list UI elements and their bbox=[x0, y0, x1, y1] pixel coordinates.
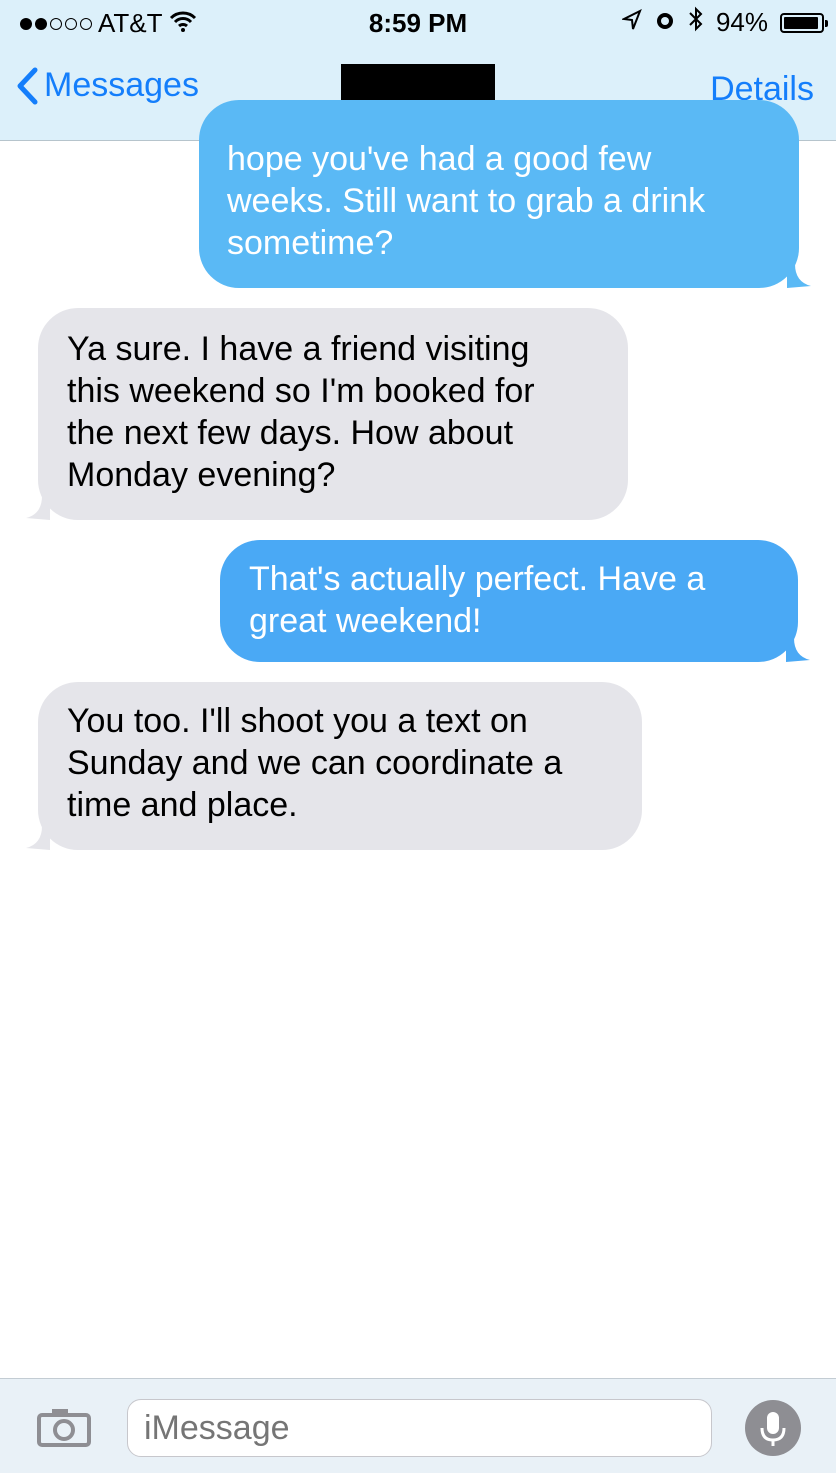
sent-message[interactable]: hope you've had a good few weeks. Still … bbox=[199, 100, 811, 288]
back-button[interactable]: Messages bbox=[16, 66, 199, 105]
message-input[interactable] bbox=[127, 1399, 712, 1457]
compose-bar bbox=[0, 1378, 836, 1473]
battery-percent: 94% bbox=[715, 7, 768, 37]
bubble-tail bbox=[786, 638, 810, 662]
bubble-tail bbox=[26, 826, 50, 850]
received-message[interactable]: You too. I'll shoot you a text on Sunday… bbox=[26, 682, 642, 850]
message-text: You too. I'll shoot you a text on Sunday… bbox=[67, 702, 563, 824]
battery-icon bbox=[780, 12, 828, 33]
back-label: Messages bbox=[44, 66, 199, 104]
status-bar: AT&T 8:59 PM 94% bbox=[0, 0, 836, 44]
message-text: Ya sure. I have a friend visiting this w… bbox=[67, 330, 535, 494]
received-message[interactable]: Ya sure. I have a friend visiting this w… bbox=[26, 308, 628, 520]
camera-button[interactable] bbox=[36, 1407, 92, 1452]
microphone-icon bbox=[760, 1412, 786, 1446]
alarm-icon bbox=[654, 7, 676, 38]
location-icon bbox=[620, 7, 642, 38]
message-text: hope you've had a good few weeks. Still … bbox=[227, 140, 706, 262]
bubble-tail bbox=[26, 496, 50, 520]
chevron-left-icon bbox=[17, 67, 38, 104]
battery-fill bbox=[784, 16, 818, 29]
message-text: That's actually perfect. Have a great we… bbox=[249, 560, 706, 640]
sent-message[interactable]: That's actually perfect. Have a great we… bbox=[220, 540, 810, 662]
bubble-tail bbox=[787, 264, 811, 288]
status-right: 94% bbox=[620, 6, 828, 39]
camera-icon bbox=[37, 1409, 91, 1447]
microphone-button[interactable] bbox=[745, 1400, 801, 1456]
bluetooth-icon bbox=[688, 6, 704, 39]
